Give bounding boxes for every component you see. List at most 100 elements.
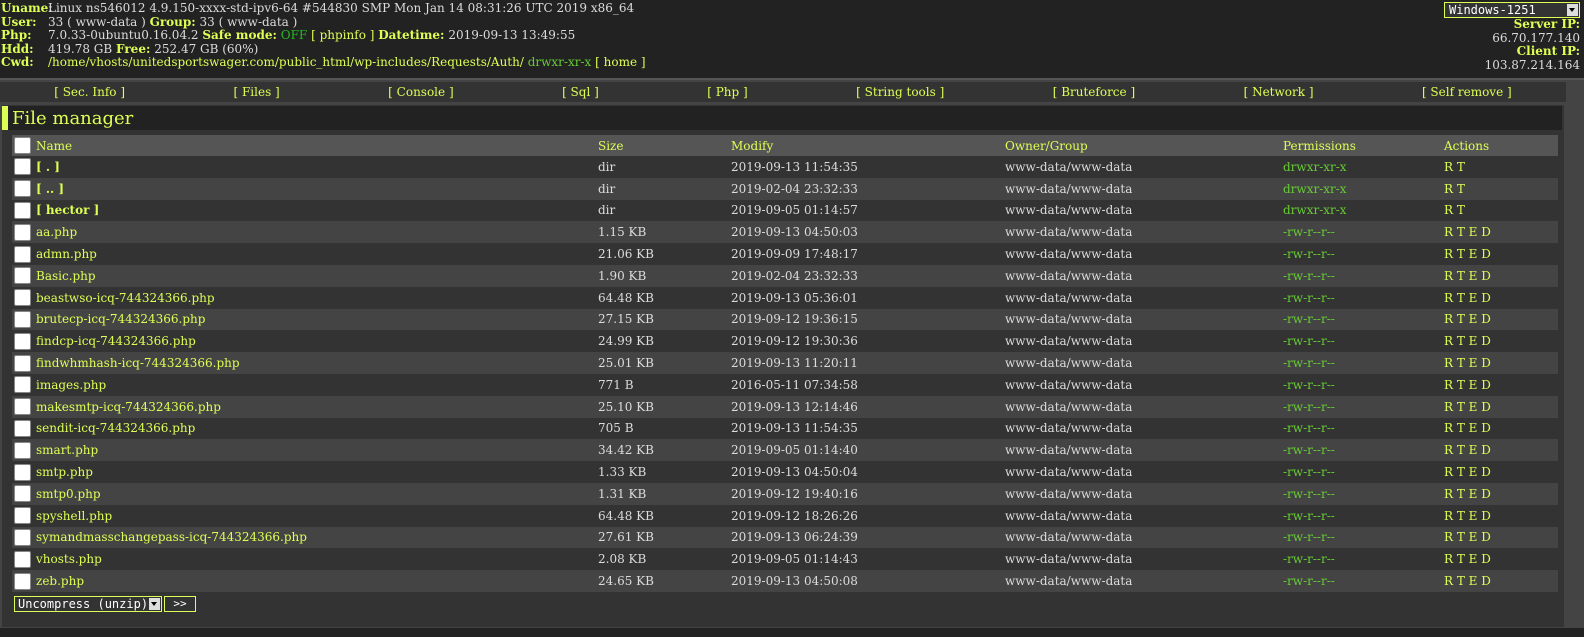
row-checkbox[interactable] — [14, 223, 31, 241]
menu-console[interactable]: [ Console ] — [388, 85, 453, 99]
col-modify[interactable]: Modify — [731, 135, 1005, 156]
file-permissions-link[interactable]: -rw-r--r-- — [1283, 334, 1335, 348]
file-actions-links[interactable]: R T — [1444, 203, 1465, 217]
file-actions-links[interactable]: R T E D — [1444, 225, 1491, 239]
go-button[interactable]: >> — [164, 596, 196, 612]
row-checkbox[interactable] — [14, 332, 31, 350]
home-link[interactable]: [ home ] — [595, 55, 645, 69]
file-actions-links[interactable]: R T E D — [1444, 465, 1491, 479]
file-actions-links[interactable]: R T E D — [1444, 378, 1491, 392]
file-name-link[interactable]: smart.php — [36, 443, 98, 457]
file-actions-links[interactable]: R T E D — [1444, 421, 1491, 435]
file-permissions-link[interactable]: -rw-r--r-- — [1283, 465, 1335, 479]
file-permissions-link[interactable]: -rw-r--r-- — [1283, 509, 1335, 523]
file-actions-links[interactable]: R T E D — [1444, 443, 1491, 457]
col-size[interactable]: Size — [598, 135, 731, 156]
file-name-link[interactable]: brutecp-icq-744324366.php — [36, 312, 205, 326]
menu-self-remove[interactable]: [ Self remove ] — [1422, 85, 1512, 99]
file-actions-links[interactable]: R T E D — [1444, 247, 1491, 261]
menu-php[interactable]: [ Php ] — [707, 85, 747, 99]
file-permissions-link[interactable]: -rw-r--r-- — [1283, 291, 1335, 305]
file-actions-links[interactable]: R T E D — [1444, 530, 1491, 544]
file-name-link[interactable]: smtp.php — [36, 465, 93, 479]
file-actions-links[interactable]: R T E D — [1444, 509, 1491, 523]
hdd-label: Hdd: — [1, 41, 34, 56]
row-checkbox[interactable] — [14, 245, 31, 263]
file-permissions-link[interactable]: -rw-r--r-- — [1283, 530, 1335, 544]
file-actions-links[interactable]: R T E D — [1444, 269, 1491, 283]
file-permissions-link[interactable]: -rw-r--r-- — [1283, 400, 1335, 414]
menu-sec-info[interactable]: [ Sec. Info ] — [54, 85, 125, 99]
file-name-link[interactable]: Basic.php — [36, 269, 96, 283]
file-permissions-link[interactable]: drwxr-xr-x — [1283, 160, 1347, 174]
file-actions-links[interactable]: R T E D — [1444, 291, 1491, 305]
row-checkbox[interactable] — [14, 398, 31, 416]
file-name-link[interactable]: admn.php — [36, 247, 97, 261]
file-name-link[interactable]: images.php — [36, 378, 106, 392]
file-actions-links[interactable]: R T — [1444, 160, 1465, 174]
file-permissions-link[interactable]: -rw-r--r-- — [1283, 443, 1335, 457]
row-checkbox[interactable] — [14, 485, 31, 503]
row-checkbox[interactable] — [14, 441, 31, 459]
file-permissions-link[interactable]: -rw-r--r-- — [1283, 269, 1335, 283]
file-name-link[interactable]: beastwso-icq-744324366.php — [36, 291, 215, 305]
file-permissions-link[interactable]: -rw-r--r-- — [1283, 421, 1335, 435]
file-permissions-link[interactable]: drwxr-xr-x — [1283, 203, 1347, 217]
row-checkbox[interactable] — [14, 354, 31, 372]
menu-sql[interactable]: [ Sql ] — [562, 85, 599, 99]
file-permissions-link[interactable]: -rw-r--r-- — [1283, 552, 1335, 566]
file-actions-links[interactable]: R T E D — [1444, 552, 1491, 566]
file-actions-links[interactable]: R T E D — [1444, 400, 1491, 414]
row-checkbox[interactable] — [14, 419, 31, 437]
row-checkbox[interactable] — [14, 507, 31, 525]
row-checkbox[interactable] — [14, 550, 31, 568]
row-checkbox[interactable] — [14, 180, 31, 198]
file-name-link[interactable]: sendit-icq-744324366.php — [36, 421, 195, 435]
row-checkbox[interactable] — [14, 289, 31, 307]
menu-files[interactable]: [ Files ] — [233, 85, 279, 99]
file-actions-links[interactable]: R T E D — [1444, 312, 1491, 326]
row-checkbox[interactable] — [14, 572, 31, 590]
file-permissions-link[interactable]: -rw-r--r-- — [1283, 247, 1335, 261]
file-actions-links[interactable]: R T E D — [1444, 574, 1491, 588]
row-checkbox[interactable] — [14, 158, 31, 176]
menu-network[interactable]: [ Network ] — [1244, 85, 1314, 99]
file-name-link[interactable]: smtp0.php — [36, 487, 101, 501]
file-name-link[interactable]: zeb.php — [36, 574, 84, 588]
select-all-checkbox[interactable] — [14, 137, 31, 154]
file-permissions-link[interactable]: -rw-r--r-- — [1283, 312, 1335, 326]
file-name-link[interactable]: aa.php — [36, 225, 77, 239]
menu-string-tools[interactable]: [ String tools ] — [856, 85, 944, 99]
file-actions-links[interactable]: R T E D — [1444, 334, 1491, 348]
cwd-path-link[interactable]: /home/vhosts/unitedsportswager.com/publi… — [48, 55, 524, 69]
row-checkbox[interactable] — [14, 528, 31, 546]
file-permissions-link[interactable]: drwxr-xr-x — [1283, 182, 1347, 196]
row-checkbox[interactable] — [14, 310, 31, 328]
phpinfo-link[interactable]: [ phpinfo ] — [311, 28, 374, 42]
file-permissions-link[interactable]: -rw-r--r-- — [1283, 356, 1335, 370]
row-checkbox[interactable] — [14, 463, 31, 481]
file-name-link[interactable]: findwhmhash-icq-744324366.php — [36, 356, 240, 370]
file-permissions-link[interactable]: -rw-r--r-- — [1283, 378, 1335, 392]
menu-bruteforce[interactable]: [ Bruteforce ] — [1053, 85, 1135, 99]
file-actions-links[interactable]: R T E D — [1444, 356, 1491, 370]
file-name-link[interactable]: [ hector ] — [36, 203, 99, 217]
file-actions-links[interactable]: R T E D — [1444, 487, 1491, 501]
row-checkbox[interactable] — [14, 201, 31, 219]
row-checkbox[interactable] — [14, 267, 31, 285]
file-permissions-link[interactable]: -rw-r--r-- — [1283, 225, 1335, 239]
charset-select[interactable]: Windows-1251 — [1444, 2, 1580, 18]
file-name-link[interactable]: vhosts.php — [36, 552, 102, 566]
file-name-link[interactable]: symandmasschangepass-icq-744324366.php — [36, 530, 307, 544]
file-name-link[interactable]: [ . ] — [36, 160, 60, 174]
file-permissions-link[interactable]: -rw-r--r-- — [1283, 574, 1335, 588]
file-name-link[interactable]: [ .. ] — [36, 182, 64, 196]
file-actions-links[interactable]: R T — [1444, 182, 1465, 196]
row-checkbox[interactable] — [14, 376, 31, 394]
file-permissions-link[interactable]: -rw-r--r-- — [1283, 487, 1335, 501]
file-name-link[interactable]: findcp-icq-744324366.php — [36, 334, 196, 348]
file-name-link[interactable]: spyshell.php — [36, 509, 112, 523]
col-name[interactable]: Name — [36, 135, 598, 156]
bulk-action-select[interactable]: Uncompress (unzip) — [14, 596, 162, 612]
file-name-link[interactable]: makesmtp-icq-744324366.php — [36, 400, 221, 414]
